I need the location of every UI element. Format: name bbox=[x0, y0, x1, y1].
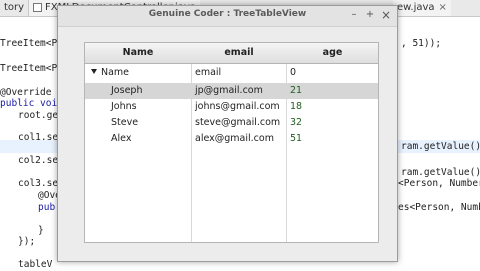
close-button[interactable]: × bbox=[380, 9, 392, 21]
code-line: }); bbox=[18, 236, 36, 247]
cell-name: Joseph bbox=[111, 85, 143, 96]
code-line: TreeItem<Pe bbox=[0, 63, 63, 74]
code-line: col1.se bbox=[18, 132, 59, 143]
cell-email: jp@gmail.com bbox=[195, 85, 263, 96]
tree-root-row[interactable]: Name email 0 bbox=[85, 65, 378, 81]
code-line: <Person, Number bbox=[398, 178, 480, 189]
code-line: , 51)); bbox=[401, 38, 442, 49]
code-line: pub bbox=[38, 202, 56, 213]
editor-tab-label: ew.java bbox=[397, 2, 435, 13]
table-row[interactable]: Joseph jp@gmail.com 21 bbox=[85, 83, 378, 99]
code-line: } bbox=[38, 225, 44, 236]
code-line: col2.se bbox=[18, 155, 59, 166]
cell-email: steve@gmail.com bbox=[195, 117, 281, 128]
maximize-button[interactable]: + bbox=[364, 9, 376, 21]
window-titlebar[interactable]: Genuine Coder : TreeTableView – + × bbox=[58, 6, 397, 27]
cell-age: 21 bbox=[290, 85, 303, 96]
cell-name: Johns bbox=[111, 101, 137, 112]
cell-name: Steve bbox=[111, 117, 139, 128]
close-icon[interactable]: × bbox=[439, 2, 447, 13]
code-line: tableV bbox=[18, 259, 53, 270]
editor-tab[interactable]: ew.java × bbox=[393, 0, 451, 16]
cell-email: johns@gmail.com bbox=[195, 101, 280, 112]
cell-age: 32 bbox=[290, 117, 303, 128]
cell-age: 0 bbox=[290, 67, 297, 78]
table-row[interactable]: Johns johns@gmail.com 18 bbox=[85, 99, 378, 115]
cell-name: Name bbox=[101, 67, 130, 78]
table-row[interactable]: Alex alex@gmail.com 51 bbox=[85, 131, 378, 147]
column-header-email[interactable]: email bbox=[192, 43, 286, 63]
java-file-icon bbox=[33, 2, 42, 12]
code-line: ram.getValue(). bbox=[401, 141, 480, 152]
cell-email: alex@gmail.com bbox=[195, 133, 274, 144]
cell-email: email bbox=[195, 67, 222, 78]
table-header: Name email age bbox=[85, 43, 378, 64]
code-line: col3.se bbox=[18, 178, 59, 189]
minimize-button[interactable]: – bbox=[348, 9, 360, 21]
window-title: Genuine Coder : TreeTableView bbox=[148, 9, 307, 19]
cell-name: Alex bbox=[111, 133, 132, 144]
table-row[interactable]: Steve steve@gmail.com 32 bbox=[85, 115, 378, 131]
code-line: es<Person, Numb bbox=[398, 202, 480, 213]
column-header-age[interactable]: age bbox=[287, 43, 378, 63]
editor-tab-label: tory bbox=[4, 2, 25, 13]
column-header-name[interactable]: Name bbox=[85, 43, 191, 63]
code-line: root.ge bbox=[18, 110, 59, 121]
editor-tab[interactable]: tory bbox=[0, 0, 28, 16]
cell-age: 18 bbox=[290, 101, 303, 112]
cell-age: 51 bbox=[290, 133, 303, 144]
tree-table-view[interactable]: Name email age Name email 0 Joseph jp@gm… bbox=[84, 42, 379, 243]
disclosure-triangle-icon[interactable] bbox=[91, 69, 97, 74]
tree-table-window: Genuine Coder : TreeTableView – + × Name… bbox=[57, 5, 398, 262]
code-line: public void bbox=[0, 98, 63, 109]
